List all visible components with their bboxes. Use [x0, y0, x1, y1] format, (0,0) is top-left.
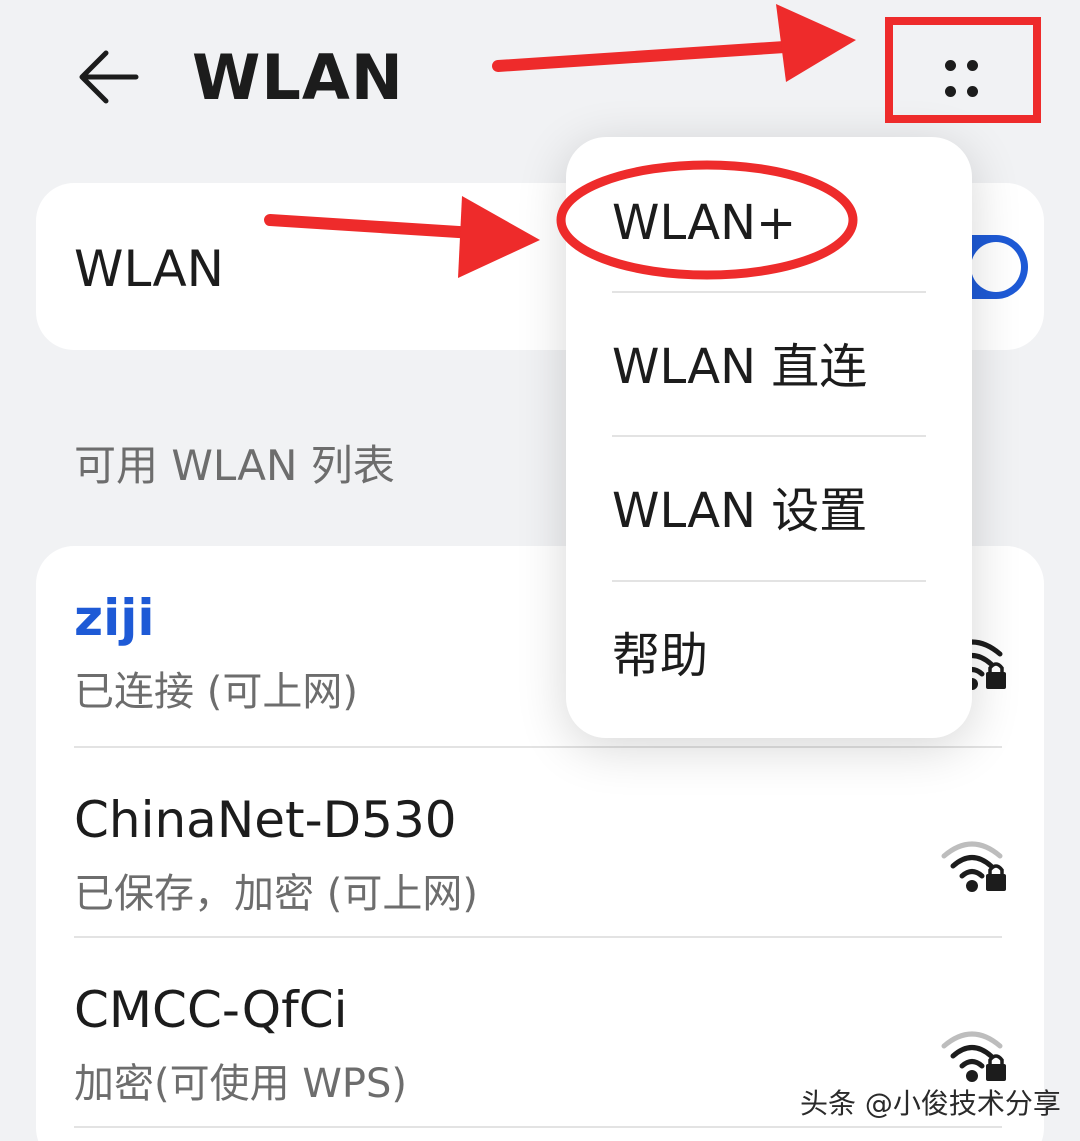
list-divider: [74, 1126, 1002, 1128]
page-title: WLAN: [192, 41, 404, 114]
overflow-menu: WLAN+ WLAN 直连 WLAN 设置 帮助: [566, 137, 972, 738]
menu-item-wlan-settings[interactable]: WLAN 设置: [566, 437, 972, 582]
app-header: WLAN: [0, 0, 1080, 160]
menu-item-label: WLAN 设置: [612, 483, 868, 539]
menu-item-label: 帮助: [612, 628, 709, 684]
network-status: 已保存，加密 (可上网): [74, 871, 478, 917]
wifi-lock-icon: [941, 841, 1006, 892]
toggle-knob: [971, 242, 1021, 292]
back-button[interactable]: [74, 42, 144, 112]
menu-item-help[interactable]: 帮助: [566, 582, 972, 727]
watermark: 头条 @小俊技术分享: [800, 1087, 1061, 1120]
network-status: 已连接 (可上网): [74, 669, 358, 715]
more-options-button[interactable]: [920, 40, 996, 116]
network-ssid: ChinaNet-D530: [74, 791, 457, 849]
wifi-lock-icon: [941, 1031, 1006, 1082]
menu-item-wlan-direct[interactable]: WLAN 直连: [566, 293, 972, 438]
menu-item-wlan-plus[interactable]: WLAN+: [566, 149, 972, 294]
section-title: 可用 WLAN 列表: [74, 441, 395, 490]
network-ssid: CMCC-QfCi: [74, 981, 348, 1039]
menu-item-label: WLAN+: [612, 195, 797, 251]
network-item-chinanet[interactable]: ChinaNet-D530 已保存，加密 (可上网): [36, 748, 1044, 938]
wlan-switch-label: WLAN: [74, 240, 225, 298]
network-status: 加密(可使用 WPS): [74, 1061, 407, 1107]
arrow-left-icon: [79, 50, 139, 104]
menu-item-label: WLAN 直连: [612, 339, 868, 395]
network-ssid: ziji: [74, 589, 155, 647]
